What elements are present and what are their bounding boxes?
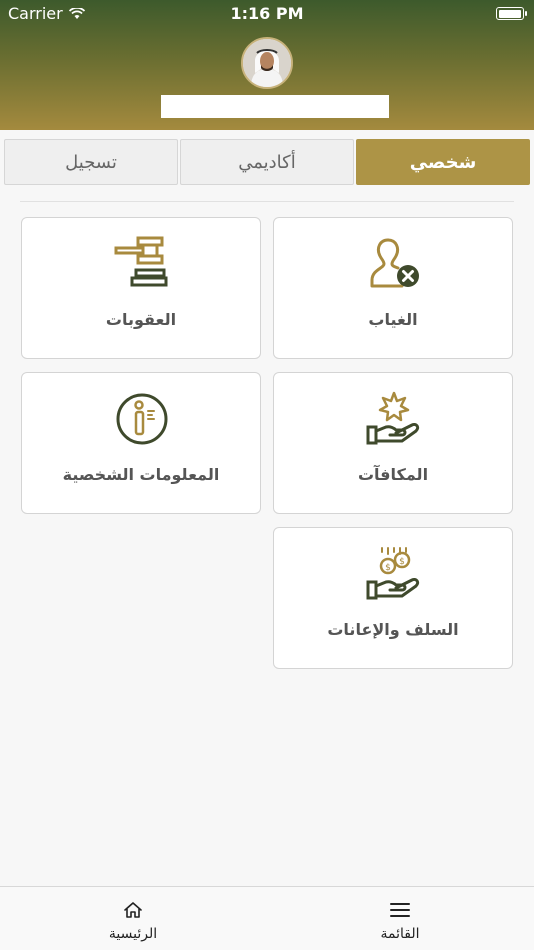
status-time: 1:16 PM <box>230 4 304 23</box>
tab-personal-label: شخصي <box>409 151 477 173</box>
gavel-icon <box>114 236 168 287</box>
person-remove-icon <box>370 238 419 288</box>
home-icon <box>124 902 142 918</box>
tab-registration-label: تسجيل <box>65 151 117 173</box>
svg-text:$: $ <box>385 563 391 573</box>
bottom-nav: القائمة الرئيسية <box>0 886 534 950</box>
nav-home-label: الرئيسية <box>108 926 158 942</box>
personal-info-card[interactable]: المعلومات الشخصية <box>21 372 261 514</box>
avatar[interactable] <box>241 37 293 89</box>
tab-personal[interactable]: شخصي <box>356 139 530 185</box>
penalties-card[interactable]: العقوبات <box>21 217 261 359</box>
hand-star-icon <box>366 391 420 445</box>
nav-home[interactable]: الرئيسية <box>73 901 193 942</box>
personal-info-label: المعلومات الشخصية <box>62 465 220 484</box>
profile-header: Carrier 1:16 PM <box>0 0 534 130</box>
rewards-label: المكافآت <box>357 465 429 484</box>
section-tabs: شخصي أكاديمي تسجيل <box>4 139 530 185</box>
status-bar: Carrier 1:16 PM <box>0 0 534 28</box>
user-photo <box>243 39 291 87</box>
nav-menu[interactable]: القائمة <box>340 901 460 942</box>
divider <box>20 201 514 202</box>
tab-academic-label: أكاديمي <box>238 151 296 173</box>
absence-card[interactable]: الغياب <box>273 217 513 359</box>
tab-registration[interactable]: تسجيل <box>4 139 178 185</box>
user-name-field <box>161 95 389 118</box>
hand-coins-icon: $ $ <box>366 547 420 600</box>
absence-label: الغياب <box>368 310 418 329</box>
info-icon <box>116 393 168 445</box>
hamburger-menu-icon <box>390 903 410 917</box>
loans-label: السلف والإعانات <box>327 620 459 639</box>
rewards-card[interactable]: المكافآت <box>273 372 513 514</box>
battery-icon <box>496 7 527 20</box>
nav-menu-label: القائمة <box>380 926 420 942</box>
svg-text:$: $ <box>399 557 405 567</box>
tab-academic[interactable]: أكاديمي <box>180 139 354 185</box>
loans-card[interactable]: $ $ السلف والإعانات <box>273 527 513 669</box>
penalties-label: العقوبات <box>105 310 177 329</box>
